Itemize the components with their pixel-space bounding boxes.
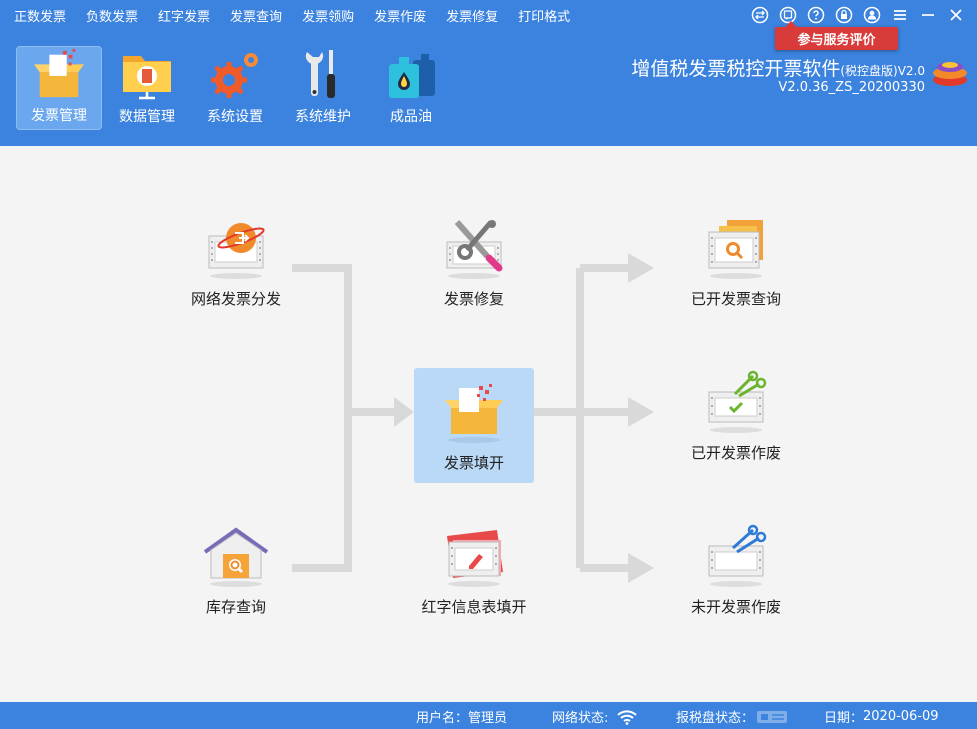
status-date-value: 2020-06-09	[863, 709, 939, 724]
node-red-info-fill[interactable]: 红字信息表填开	[414, 524, 534, 618]
status-date: 日期： 2020-06-09	[824, 707, 939, 726]
node-network-invoice-distribute[interactable]: 网络发票分发	[176, 216, 296, 310]
node-label: 已开发票作废	[690, 444, 781, 462]
node-label: 未开发票作废	[690, 598, 781, 616]
close-icon[interactable]	[945, 4, 967, 26]
user-icon[interactable]	[861, 4, 883, 26]
red-invoice-pen-icon	[447, 530, 503, 587]
scissors-invoice-icon	[708, 524, 767, 587]
node-label: 已开发票查询	[690, 290, 781, 308]
status-network: 网络状态:	[552, 707, 638, 726]
app-version: V2.0.36_ZS_20200330	[778, 80, 925, 95]
node-invoice-repair[interactable]: 发票修复	[414, 216, 534, 310]
service-evaluation-button[interactable]: 参与服务评价	[775, 21, 898, 50]
lock-icon[interactable]	[833, 4, 855, 26]
toolbar-refined-oil[interactable]: 成品油	[368, 46, 454, 130]
node-inventory-query[interactable]: 库存查询	[176, 524, 296, 618]
node-blank-invoice-void[interactable]: 未开发票作废	[676, 524, 796, 618]
app-logo	[933, 62, 967, 86]
tax-disk-icon	[757, 710, 788, 723]
toolbar-system-settings[interactable]: 系统设置	[192, 46, 278, 130]
help-icon[interactable]	[805, 4, 827, 26]
status-user: 用户名： 管理员	[416, 707, 507, 726]
oil-can-icon	[389, 54, 435, 98]
toolbar-data-management[interactable]: 数据管理	[104, 46, 190, 130]
menu-print-format[interactable]: 打印格式	[518, 6, 570, 25]
app-title: 增值税发票税控开票软件(税控盘版)V2.0	[631, 54, 925, 81]
menu-invoice-void[interactable]: 发票作废	[374, 6, 426, 25]
status-network-label: 网络状态:	[552, 711, 609, 726]
main-toolbar: 发票管理 数据管理 系统设置 系统维护 成品油	[16, 46, 456, 130]
app-title-suffix: V2.0	[897, 64, 925, 78]
invoice-box-icon	[445, 384, 503, 443]
toolbar-label: 成品油	[390, 109, 432, 125]
warehouse-search-icon	[203, 527, 269, 587]
node-label: 库存查询	[205, 598, 266, 616]
node-label: 红字信息表填开	[421, 598, 527, 616]
toolbar-label: 系统设置	[207, 109, 263, 125]
toolbar-label: 发票管理	[31, 108, 87, 124]
node-label: 发票填开	[443, 454, 504, 472]
menu-positive-invoice[interactable]: 正数发票	[14, 6, 66, 25]
tools-icon	[305, 50, 335, 98]
status-date-label: 日期：	[824, 711, 864, 726]
status-user-label: 用户名：	[416, 711, 469, 726]
menu-bar: 正数发票 负数发票 红字发票 发票查询 发票领购 发票作废 发票修复 打印格式	[0, 0, 590, 30]
wifi-icon	[617, 709, 638, 725]
invoice-send-icon	[208, 223, 265, 279]
menu-invoice-repair[interactable]: 发票修复	[446, 6, 498, 25]
status-user-value: 管理员	[468, 711, 508, 726]
menu-invoice-purchase[interactable]: 发票领购	[302, 6, 354, 25]
app-title-main: 增值税发票税控开票软件	[631, 58, 841, 80]
toolbar-label: 数据管理	[119, 109, 175, 125]
wrench-screwdriver-icon	[446, 220, 503, 279]
header-bar: 正数发票 负数发票 红字发票 发票查询 发票领购 发票作废 发票修复 打印格式	[0, 0, 977, 146]
node-invoice-fill[interactable]: 发票填开	[414, 368, 534, 483]
toolbar-label: 系统维护	[295, 109, 351, 125]
app-edition: (税控盘版)	[840, 64, 898, 78]
menu-icon[interactable]	[889, 4, 911, 26]
invoice-search-icon	[708, 220, 763, 279]
node-issued-invoice-void[interactable]: 已开发票作废	[676, 370, 796, 464]
gears-icon	[211, 53, 258, 98]
minimize-icon[interactable]	[917, 4, 939, 26]
node-issued-invoice-query[interactable]: 已开发票查询	[676, 216, 796, 310]
status-taxdisk-label: 报税盘状态：	[676, 711, 755, 726]
node-label: 发票修复	[443, 290, 504, 308]
status-bar: 用户名： 管理员 网络状态: 报税盘状态： 日期： 2020-06-09	[0, 702, 977, 729]
data-folder-icon	[123, 56, 171, 100]
window-controls	[743, 4, 967, 26]
invoice-box-icon	[33, 48, 85, 98]
status-tax-disk: 报税盘状态：	[676, 707, 788, 726]
scissors-invoice-icon	[708, 370, 767, 433]
function-flow-area: 网络发票分发 发票修复 已开发票查询 发票填开 已开发票作废 库存查询 红字信息…	[0, 146, 977, 702]
menu-invoice-query[interactable]: 发票查询	[230, 6, 282, 25]
menu-red-invoice[interactable]: 红字发票	[158, 6, 210, 25]
switch-icon[interactable]	[749, 4, 771, 26]
menu-negative-invoice[interactable]: 负数发票	[86, 6, 138, 25]
node-label: 网络发票分发	[190, 290, 281, 308]
toolbar-invoice-management[interactable]: 发票管理	[16, 46, 102, 130]
toolbar-system-maintenance[interactable]: 系统维护	[280, 46, 366, 130]
